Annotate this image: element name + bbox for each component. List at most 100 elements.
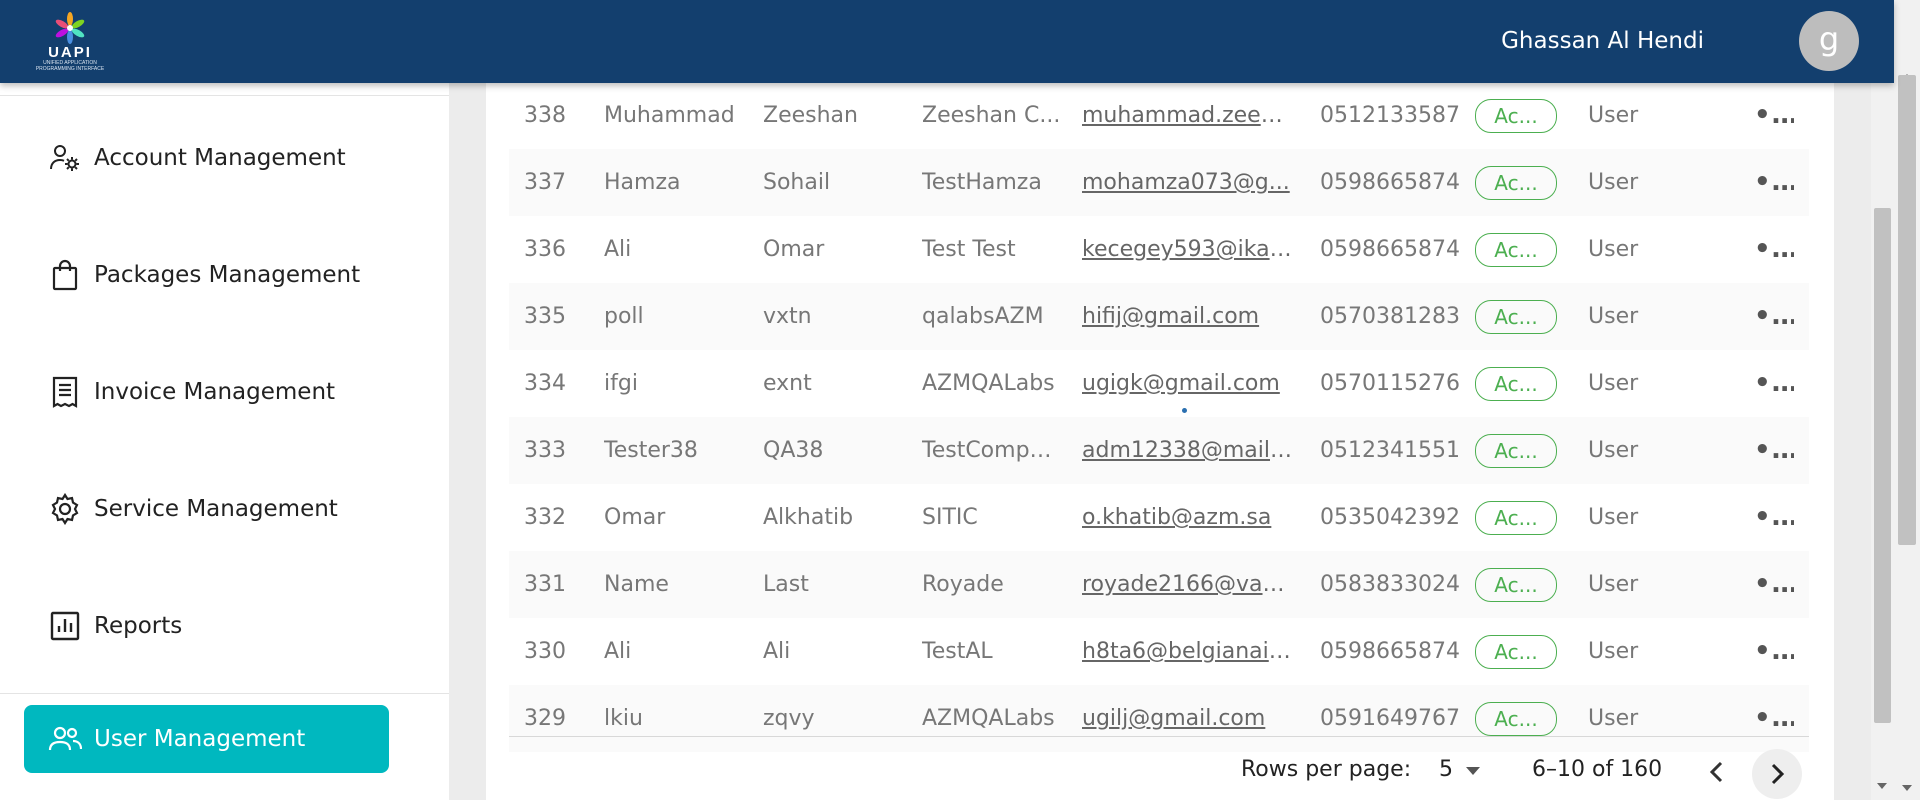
app-header: UAPI UNIFIED APPLICATION PROGRAMMING INT…	[0, 0, 1894, 83]
more-options-icon[interactable]: •••	[1754, 149, 1794, 216]
table-row[interactable]: 336 Ali Omar Test Test kecegey593@ikan..…	[509, 216, 1809, 283]
table-row[interactable]: 334 ifgi exnt AZMQALabs ugigk@gmail.com …	[509, 350, 1809, 417]
users-table-card: 338 Muhammad Zeeshan Zeeshan C... muhamm…	[486, 83, 1834, 800]
more-options-icon[interactable]: •••	[1754, 685, 1794, 752]
cell-phone: 0512341551	[1320, 438, 1460, 463]
cell-company: SITIC	[922, 505, 978, 530]
status-badge: Ac...	[1475, 434, 1557, 468]
cell-role: User	[1588, 103, 1639, 128]
next-page-button[interactable]	[1752, 749, 1802, 799]
cell-role: User	[1588, 639, 1639, 664]
page-scrollbar[interactable]	[1894, 0, 1920, 800]
cell-id: 331	[524, 572, 566, 597]
sidebar-item-account-management[interactable]: Account Management	[24, 124, 389, 192]
cell-phone: 0535042392	[1320, 505, 1460, 530]
content-scrollbar[interactable]	[1871, 83, 1894, 800]
more-options-icon[interactable]: •••	[1754, 216, 1794, 283]
status-badge: Ac...	[1475, 635, 1557, 669]
more-options-icon[interactable]: •••	[1754, 551, 1794, 618]
cell-first-name: Ali	[604, 237, 632, 262]
cell-email-link[interactable]: h8ta6@belgianair...	[1082, 618, 1292, 685]
rows-per-page-select[interactable]: 5	[1439, 757, 1453, 782]
status-badge: Ac...	[1475, 501, 1557, 535]
cell-id: 333	[524, 438, 566, 463]
table-row[interactable]: 331 Name Last Royade royade2166@vas... 0…	[509, 551, 1809, 618]
receipt-icon	[48, 375, 82, 409]
user-name[interactable]: Ghassan Al Hendi	[1501, 28, 1704, 54]
table-row[interactable]: 335 poll vxtn qalabsAZM hifij@gmail.com …	[509, 283, 1809, 350]
cell-email-link[interactable]: ugilj@gmail.com	[1082, 685, 1292, 752]
more-options-icon[interactable]: •••	[1754, 618, 1794, 685]
scroll-down-arrow-icon[interactable]	[1877, 783, 1887, 789]
cell-last-name: exnt	[763, 371, 812, 396]
cell-first-name: Muhammad	[604, 103, 735, 128]
sidebar-item-service-management[interactable]: Service Management	[24, 475, 389, 543]
cell-id: 335	[524, 304, 566, 329]
cell-email-link[interactable]: adm12338@maili...	[1082, 417, 1292, 484]
more-options-icon[interactable]: •••	[1754, 350, 1794, 417]
cell-id: 334	[524, 371, 566, 396]
table-row[interactable]: 333 Tester38 QA38 TestCompa... adm12338@…	[509, 417, 1809, 484]
shopping-bag-icon	[48, 258, 82, 292]
avatar[interactable]: g	[1799, 11, 1859, 71]
caret-down-icon[interactable]	[1466, 767, 1480, 775]
cell-company: AZMQALabs	[922, 706, 1055, 731]
sidebar-item-packages-management[interactable]: Packages Management	[24, 241, 389, 309]
cell-last-name: vxtn	[763, 304, 812, 329]
more-options-icon[interactable]: •••	[1754, 283, 1794, 350]
more-options-icon[interactable]: •••	[1754, 417, 1794, 484]
cell-phone: 0570381283	[1320, 304, 1460, 329]
cell-last-name: Alkhatib	[763, 505, 854, 530]
users-icon	[48, 722, 82, 756]
cell-email-link[interactable]: mohamza073@g...	[1082, 149, 1292, 216]
cell-email-link[interactable]: ugigk@gmail.com	[1082, 350, 1292, 417]
sidebar-item-invoice-management[interactable]: Invoice Management	[24, 358, 389, 426]
cell-role: User	[1588, 572, 1639, 597]
cell-company: qalabsAZM	[922, 304, 1044, 329]
sidebar-item-label: Account Management	[94, 145, 346, 171]
more-options-icon[interactable]: •••	[1754, 484, 1794, 551]
cell-last-name: Omar	[763, 237, 825, 262]
table-bottom-border	[509, 736, 1809, 737]
table-row[interactable]: 330 Ali Ali TestAL h8ta6@belgianair... 0…	[509, 618, 1809, 685]
content-scrollbar-thumb[interactable]	[1874, 208, 1891, 723]
status-badge: Ac...	[1475, 367, 1557, 401]
logo-subtitle: UNIFIED APPLICATION PROGRAMMING INTERFAC…	[35, 60, 105, 72]
sidebar-item-reports[interactable]: Reports	[24, 592, 389, 660]
cell-company: Royade	[922, 572, 1004, 597]
cell-email-link[interactable]: o.khatib@azm.sa	[1082, 484, 1292, 551]
cell-role: User	[1588, 170, 1639, 195]
cell-phone: 0583833024	[1320, 572, 1460, 597]
cell-last-name: Sohail	[763, 170, 831, 195]
chevron-right-icon	[1771, 763, 1785, 785]
table-row[interactable]: 338 Muhammad Zeeshan Zeeshan C... muhamm…	[509, 82, 1809, 149]
page-scrollbar-thumb[interactable]	[1898, 75, 1916, 545]
cell-email-link[interactable]: muhammad.zees...	[1082, 82, 1292, 149]
bar-chart-icon	[48, 609, 82, 643]
sidebar-item-label: Packages Management	[94, 262, 361, 288]
sidebar-item-user-management[interactable]: User Management	[24, 705, 389, 773]
cell-phone: 0591649767	[1320, 706, 1460, 731]
more-options-icon[interactable]: •••	[1754, 82, 1794, 149]
cell-company: AZMQALabs	[922, 371, 1055, 396]
cell-last-name: QA38	[763, 438, 824, 463]
cell-first-name: ifgi	[604, 371, 638, 396]
previous-page-button[interactable]	[1694, 749, 1740, 795]
cell-last-name: zqvy	[763, 706, 815, 731]
cell-id: 332	[524, 505, 566, 530]
status-badge: Ac...	[1475, 300, 1557, 334]
cell-email-link[interactable]: royade2166@vas...	[1082, 551, 1292, 618]
cell-email-link[interactable]: kecegey593@ikan...	[1082, 216, 1292, 283]
status-badge: Ac...	[1475, 99, 1557, 133]
cell-company: TestHamza	[922, 170, 1042, 195]
sidebar-item-label: Invoice Management	[94, 379, 336, 405]
cell-company: Zeeshan C...	[922, 103, 1061, 128]
table-row[interactable]: 332 Omar Alkhatib SITIC o.khatib@azm.sa …	[509, 484, 1809, 551]
cell-email-link[interactable]: hifij@gmail.com	[1082, 283, 1292, 350]
page-scroll-down-arrow-icon[interactable]	[1902, 785, 1912, 791]
cell-role: User	[1588, 304, 1639, 329]
cell-id: 337	[524, 170, 566, 195]
table-row[interactable]: 337 Hamza Sohail TestHamza mohamza073@g.…	[509, 149, 1809, 216]
table-row[interactable]: 329 lkiu zqvy AZMQALabs ugilj@gmail.com …	[509, 685, 1809, 752]
cell-role: User	[1588, 505, 1639, 530]
